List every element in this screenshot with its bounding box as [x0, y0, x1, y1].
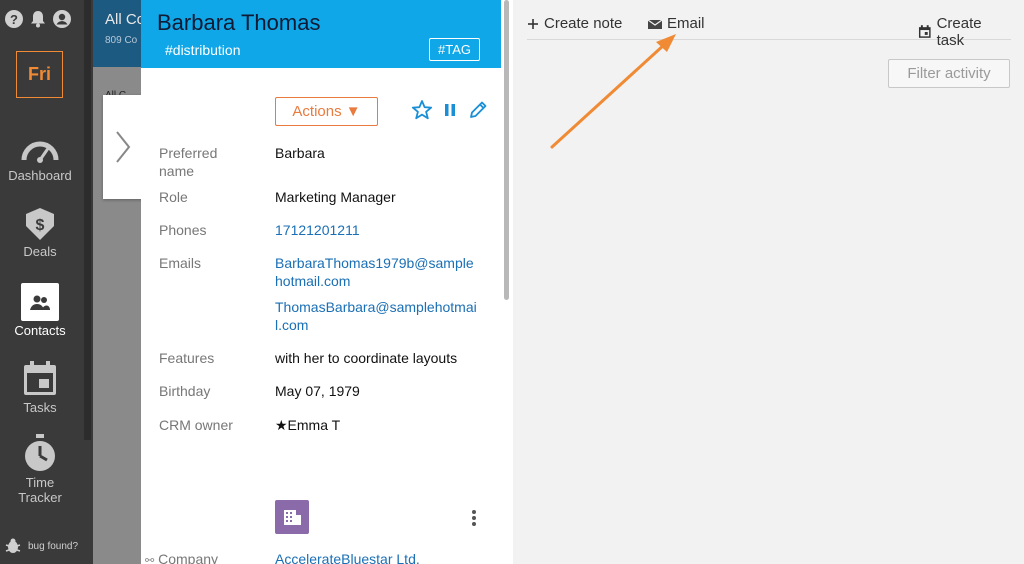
phone-link[interactable]: 17121201211: [275, 221, 493, 239]
field-label: Features: [159, 350, 215, 366]
company-link[interactable]: AccelerateBluestar Ltd.: [275, 550, 493, 564]
panel-scrollbar[interactable]: [504, 0, 509, 300]
dollar-tag-icon: $: [26, 208, 54, 240]
plus-icon: [528, 18, 538, 29]
field-label: Birthday: [159, 383, 211, 399]
account-icon[interactable]: [52, 9, 72, 29]
nav-label: Tasks: [23, 400, 57, 415]
company-building-icon: [275, 500, 309, 534]
nav-time-tracker[interactable]: Time Tracker: [0, 433, 80, 505]
field-value: Marketing Manager: [275, 189, 396, 205]
email-label: Email: [667, 15, 705, 32]
email-link[interactable]: ThomasBarbara@samplehotmai l.com: [275, 298, 493, 334]
link-icon: ⚯: [145, 555, 155, 564]
nav-dashboard[interactable]: Dashboard: [0, 134, 80, 183]
tag-button[interactable]: #TAG: [429, 38, 480, 61]
field-label: Emails: [159, 255, 202, 271]
envelope-icon: [648, 19, 662, 29]
contact-detail-panel: Barbara Thomas #distribution #TAG Action…: [141, 0, 513, 564]
help-icon[interactable]: ?: [4, 9, 24, 29]
star-icon[interactable]: [411, 99, 433, 126]
field-label: Preferred name: [159, 145, 218, 179]
field-label: Phones: [159, 222, 207, 238]
activity-area: Create note Email Create task Filter act…: [513, 0, 1024, 564]
org-badge[interactable]: Fri: [16, 51, 63, 98]
bell-icon[interactable]: [28, 9, 48, 29]
field-value: May 07, 1979: [275, 383, 360, 399]
bug-report[interactable]: bug found?: [4, 537, 78, 555]
sidebar: ? Fri Dashboard $ Deals Contacts Tasks T…: [0, 0, 93, 564]
bug-icon: [5, 538, 21, 553]
create-task-label: Create task: [936, 15, 982, 49]
list-count: 809 Co: [105, 35, 138, 46]
sidebar-scrollbar[interactable]: [84, 0, 91, 440]
svg-text:$: $: [36, 217, 45, 234]
company-label: Company: [158, 551, 219, 564]
contact-action-icons: [411, 99, 489, 126]
contacts-icon: [21, 283, 59, 321]
nav-label: Dashboard: [8, 168, 72, 183]
collapse-panel-button[interactable]: [103, 95, 143, 199]
nav-label: Deals: [23, 244, 57, 259]
activity-toolbar: Create note Email Create task: [527, 0, 1011, 49]
calendar-icon: [918, 25, 931, 38]
more-options-icon[interactable]: [471, 509, 477, 532]
pause-icon[interactable]: [443, 102, 457, 123]
nav-label: Time Tracker: [18, 475, 62, 505]
field-label: ⚯ Company: [145, 550, 265, 564]
nav-tasks[interactable]: Tasks: [0, 360, 80, 415]
svg-text:?: ?: [10, 12, 18, 27]
field-label: CRM owner: [159, 417, 233, 433]
nav-deals[interactable]: $ Deals: [0, 206, 80, 259]
create-note-button[interactable]: Create note: [527, 15, 622, 32]
filter-activity-input[interactable]: Filter activity: [888, 59, 1010, 88]
calendar-icon: [24, 361, 56, 395]
field-value: with her to coordinate layouts: [275, 350, 458, 366]
field-value: Barbara: [275, 145, 325, 161]
field-value: ★Emma T: [275, 417, 341, 433]
create-task-button[interactable]: Create task: [918, 15, 1011, 49]
contact-header: Barbara Thomas #distribution #TAG: [141, 0, 501, 68]
field-label: Role: [159, 189, 188, 205]
email-link[interactable]: BarbaraThomas1979b@sample hotmail.com: [275, 254, 493, 290]
actions-button[interactable]: Actions ▼: [275, 97, 378, 126]
bug-label: bug found?: [28, 540, 79, 552]
actions-label: Actions ▼: [292, 103, 361, 120]
contact-name: Barbara Thomas: [157, 10, 321, 35]
create-note-label: Create note: [544, 15, 623, 32]
chevron-right-icon: [116, 131, 131, 163]
list-header: All Co 809 Co: [93, 0, 141, 67]
filter-placeholder: Filter activity: [907, 65, 991, 82]
contact-list-overlay: All Co 809 Co All C: [93, 0, 141, 564]
top-icons: ?: [4, 9, 72, 29]
contact-hashtag[interactable]: #distribution: [165, 42, 241, 58]
gauge-icon: [21, 141, 59, 163]
nav-label: Contacts: [14, 323, 66, 338]
edit-pencil-icon[interactable]: [467, 99, 489, 126]
nav-contacts[interactable]: Contacts: [0, 283, 80, 338]
stopwatch-icon: [25, 434, 55, 471]
email-button[interactable]: Email: [648, 15, 705, 32]
list-title: All Co: [105, 11, 141, 28]
